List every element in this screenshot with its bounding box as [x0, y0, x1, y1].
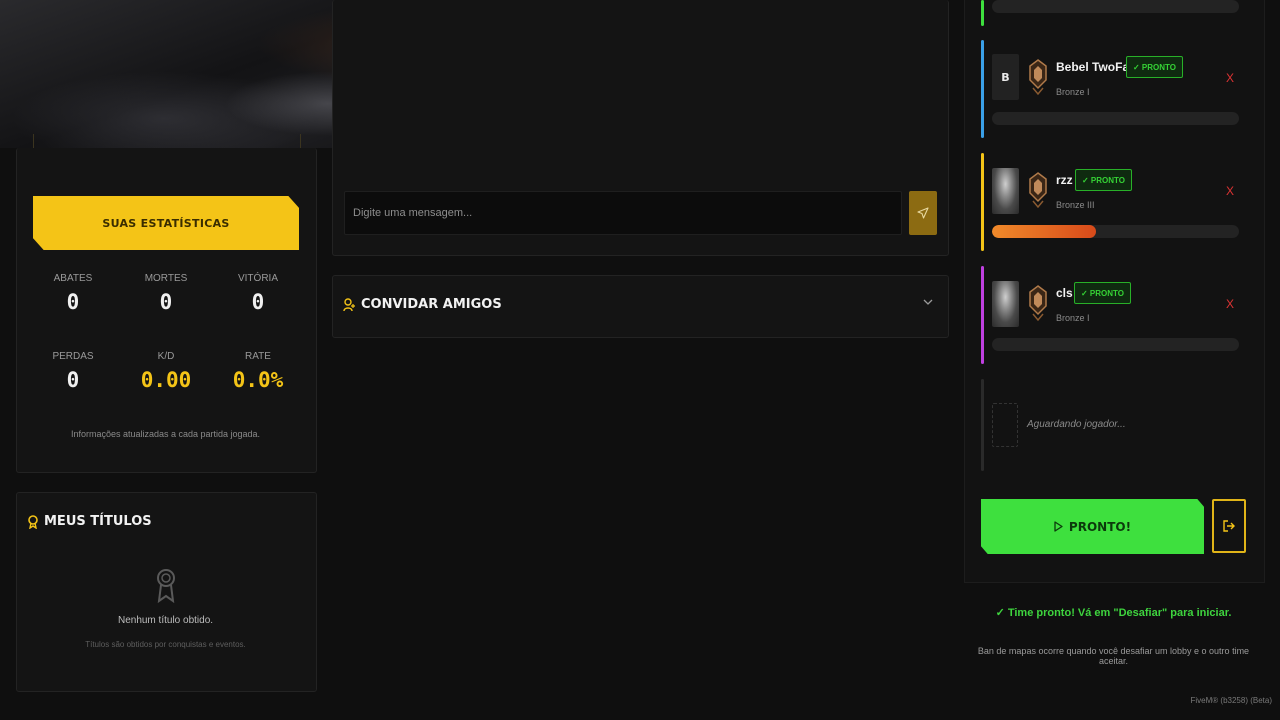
slot-progress-track [992, 0, 1239, 13]
chat-message-input[interactable] [344, 191, 902, 235]
stat-value: 0 [66, 368, 80, 392]
play-icon [1054, 521, 1063, 532]
bronze-rank-icon [1029, 285, 1047, 322]
ready-status-badge: ✓ PRONTO [1126, 56, 1184, 78]
stat-losses: PERDAS 0 [28, 351, 118, 392]
player-name: cls [1056, 286, 1073, 300]
kick-player-button[interactable]: X [1226, 297, 1234, 311]
stats-button-label: SUAS ESTATÍSTICAS [102, 216, 230, 230]
ready-button[interactable]: PRONTO! [981, 499, 1204, 554]
slot-indicator-bar [981, 153, 984, 251]
empty-avatar-slot [992, 403, 1018, 447]
titles-empty-text: Nenhum título obtido. [117, 615, 214, 626]
stat-label: RATE [245, 351, 271, 362]
map-ban-note: Ban de mapas ocorre quando você desafiar… [977, 646, 1250, 666]
player-rank: Bronze I [1056, 313, 1090, 323]
invite-heading: CONVIDAR AMIGOS [361, 297, 502, 312]
player-rank: Bronze I [1056, 87, 1090, 97]
medal-icon [28, 514, 38, 529]
stat-label: VITÓRIA [237, 273, 278, 284]
send-icon [917, 207, 929, 219]
titles-empty-subtext: Títulos são obtidos por conquistas e eve… [85, 640, 246, 649]
stat-kills: ABATES 0 [28, 273, 118, 314]
send-button[interactable] [909, 191, 937, 235]
bronze-rank-icon [1029, 59, 1047, 96]
titles-header: MEUS TÍTULOS [28, 514, 152, 529]
avatar: B [992, 54, 1019, 100]
slot-indicator-bar [981, 266, 984, 364]
stat-value: 0.00 [140, 368, 192, 392]
add-user-icon [343, 297, 355, 311]
medal-placeholder-icon [157, 569, 175, 603]
leave-lobby-button[interactable] [1212, 499, 1246, 553]
slot-progress-track [992, 112, 1239, 125]
ready-button-label: PRONTO! [1068, 519, 1132, 534]
kick-player-button[interactable]: X [1226, 184, 1234, 198]
ready-status-badge: ✓ PRONTO [1074, 282, 1132, 304]
avatar [992, 281, 1019, 327]
player-rank: Bronze III [1056, 200, 1095, 210]
slot-progress-fill [992, 225, 1096, 238]
stat-wins: VITÓRIA 0 [213, 273, 303, 314]
stat-deaths: MORTES 0 [121, 273, 211, 314]
slot-progress-track [992, 338, 1239, 351]
stat-label: MORTES [144, 273, 188, 284]
exit-icon [1223, 520, 1235, 532]
avatar [992, 168, 1019, 214]
stat-kd: K/D 0.00 [121, 351, 211, 392]
team-ready-message: ✓ Time pronto! Vá em "Desafiar" para ini… [995, 607, 1232, 619]
invite-header[interactable]: CONVIDAR AMIGOS [343, 297, 502, 312]
bronze-rank-icon [1029, 172, 1047, 209]
stat-label: PERDAS [52, 351, 94, 362]
kick-player-button[interactable]: X [1226, 71, 1234, 85]
stat-value: 0 [159, 290, 173, 314]
version-tag: FiveM® (b3258) (Beta) [1190, 696, 1272, 705]
stat-rate: RATE 0.0% [213, 351, 303, 392]
stat-value: 0 [251, 290, 265, 314]
ready-status-badge: ✓ PRONTO [1075, 169, 1133, 191]
chevron-down-icon[interactable] [923, 298, 933, 306]
stat-value: 0.0% [232, 368, 284, 392]
stat-label: ABATES [53, 273, 93, 284]
stat-label: K/D [157, 351, 175, 362]
stat-value: 0 [66, 290, 80, 314]
slot-indicator-bar [981, 379, 984, 471]
stats-button[interactable]: SUAS ESTATÍSTICAS [33, 196, 299, 250]
slot-progress-track [992, 225, 1239, 238]
slot-indicator-bar [981, 0, 984, 26]
titles-heading: MEUS TÍTULOS [44, 514, 152, 529]
waiting-player-text: Aguardando jogador... [1027, 419, 1126, 430]
slot-indicator-bar [981, 40, 984, 138]
player-name: rzz [1056, 173, 1073, 187]
stats-note: Informações atualizadas a cada partida j… [70, 429, 261, 439]
